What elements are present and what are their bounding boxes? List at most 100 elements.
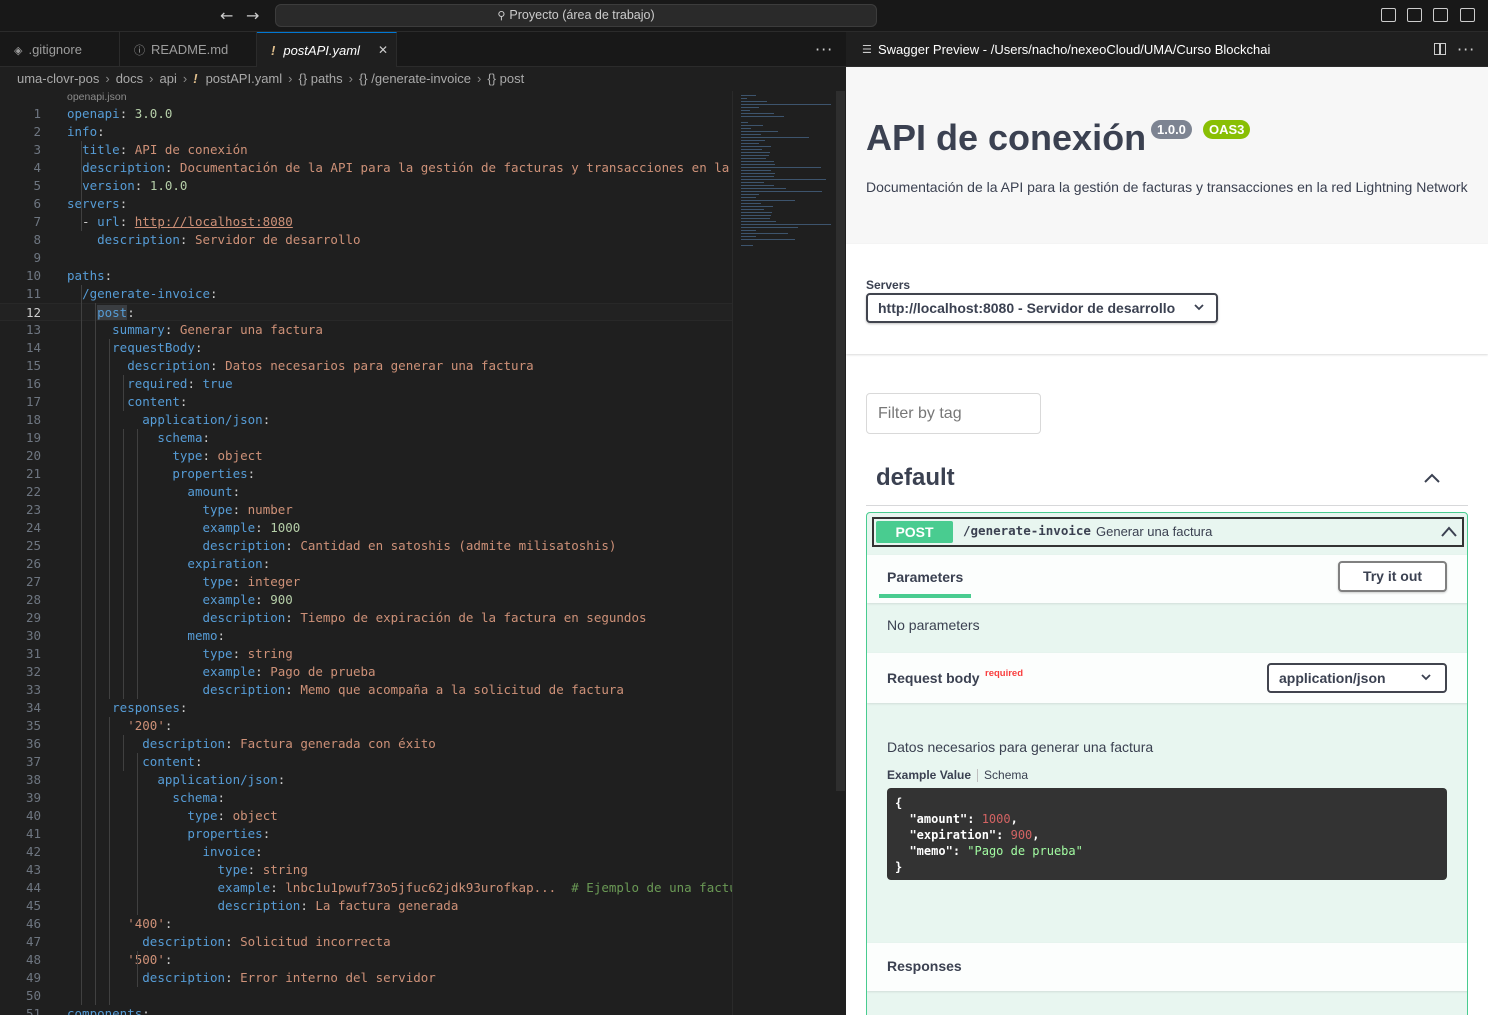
back-arrow-icon[interactable]: ← [220, 6, 233, 25]
toggle-secondary-sidebar-icon[interactable] [1433, 8, 1448, 22]
code-line[interactable]: 1 openapi: 3.0.0 [0, 105, 732, 123]
code-token: Memo que acompaña a la solicitud de fact… [300, 682, 624, 697]
more-actions-icon[interactable]: ··· [1457, 32, 1475, 66]
code-line[interactable]: 10 paths: [0, 267, 732, 285]
minimap-row [741, 206, 773, 208]
line-number: 50 [25, 988, 41, 1003]
line-number: 4 [33, 160, 41, 175]
customize-layout-icon[interactable] [1460, 8, 1475, 22]
code-token: properties [172, 466, 248, 481]
line-code: schema: [67, 789, 225, 807]
code-line[interactable]: 9 [0, 249, 732, 267]
indent-guide [109, 717, 110, 1005]
line-number: 35 [25, 718, 41, 733]
code-token: description [202, 538, 286, 553]
code-token: : [255, 592, 271, 607]
content-type-select[interactable]: application/json [1267, 663, 1447, 693]
code-token: components [67, 1006, 143, 1015]
code-token: type [202, 574, 233, 589]
minimap-row [741, 110, 750, 112]
tag-default[interactable]: default [876, 464, 955, 492]
tab-readme[interactable]: ⓘ README.md [120, 32, 257, 67]
filter-by-tag-input[interactable]: Filter by tag [866, 393, 1041, 434]
breadcrumb-item[interactable]: api [160, 71, 177, 86]
code-line[interactable]: 2 info: [0, 123, 732, 141]
try-it-out-button[interactable]: Try it out [1338, 561, 1447, 592]
code-line[interactable]: 7 - url: http://localhost:8080 [0, 213, 732, 231]
forward-arrow-icon[interactable]: → [246, 6, 259, 25]
code-line[interactable]: 34 responses: [0, 699, 732, 717]
line-code: description: Error interno del servidor [67, 969, 436, 987]
minimap-row [741, 173, 776, 175]
operation-summary[interactable]: POST /generate-invoice Generar una factu… [872, 517, 1464, 547]
line-code: '500': [67, 951, 172, 969]
code-line[interactable]: 8 description: Servidor de desarrollo [0, 231, 732, 249]
content-type-value: application/json [1279, 670, 1386, 686]
code-token: : [179, 232, 195, 247]
code-token: : [217, 808, 233, 823]
code-line[interactable]: 13 summary: Generar una factura [0, 321, 732, 339]
line-number: 15 [25, 358, 41, 373]
minimap-row [741, 155, 769, 157]
breadcrumb-item[interactable]: {} /generate-invoice [359, 71, 471, 86]
tab-label: .gitignore [28, 42, 82, 57]
code-token: description [202, 610, 286, 625]
tab-swagger-preview[interactable]: ☰ Swagger Preview - /Users/nacho/nexeoCl… [846, 32, 1488, 67]
breadcrumb-item[interactable]: {} paths [299, 71, 343, 86]
code-line[interactable]: 3 title: API de conexión [0, 141, 732, 159]
minimap[interactable] [732, 91, 834, 1015]
tab-schema[interactable]: Schema [984, 768, 1028, 782]
minimap-row [741, 191, 823, 193]
toggle-primary-sidebar-icon[interactable] [1381, 8, 1396, 22]
code-token: application/json [157, 772, 278, 787]
chevron-up-icon[interactable] [1440, 523, 1458, 541]
line-number: 1 [33, 106, 41, 121]
code-editor[interactable]: openapi.json 1 openapi: 3.0.0 2 info: 3 titl… [0, 91, 846, 1015]
swagger-preview: API de conexión 1.0.0 OAS3 Documentación… [846, 67, 1488, 1015]
code-line[interactable]: 6 servers: [0, 195, 732, 213]
tab-example-value[interactable]: Example Value [887, 768, 971, 782]
chevron-up-icon[interactable] [1421, 467, 1443, 489]
close-icon[interactable]: ✕ [378, 33, 388, 68]
line-number: 13 [25, 322, 41, 337]
split-editor-icon[interactable] [1434, 43, 1446, 55]
code-token: amount [187, 484, 233, 499]
servers-select[interactable]: http://localhost:8080 - Servidor de desa… [866, 293, 1218, 323]
code-token: openapi [67, 106, 120, 121]
code-token: : [119, 106, 135, 121]
code-line[interactable]: 4 description: Documentación de la API p… [0, 159, 732, 177]
breadcrumb-item[interactable]: uma-clovr-pos [17, 71, 99, 86]
command-center[interactable]: ⚲ Proyecto (área de trabajo) [275, 4, 877, 27]
breadcrumb-item[interactable]: docs [116, 71, 143, 86]
code-token: Pago de prueba [270, 664, 376, 679]
breadcrumb-item[interactable]: {} post [487, 71, 524, 86]
code-token: : [104, 268, 113, 283]
breadcrumb-item[interactable]: postAPI.yaml [206, 71, 283, 86]
code-line[interactable]: 11 /generate-invoice: [0, 285, 732, 303]
operation-summary-text: Generar una factura [1096, 524, 1213, 539]
line-code: type: object [67, 807, 277, 825]
tab-parameters[interactable]: Parameters [887, 569, 963, 585]
code-line[interactable]: 12 post: [0, 303, 732, 321]
indent-guide [109, 339, 110, 699]
tab-gitignore[interactable]: ◈ .gitignore [0, 32, 120, 67]
toggle-panel-icon[interactable] [1407, 8, 1422, 22]
line-code: application/json: [67, 411, 270, 429]
code-line[interactable]: 5 version: 1.0.0 [0, 177, 732, 195]
code-token: : [179, 394, 188, 409]
scrollbar-thumb[interactable] [836, 91, 845, 791]
minimap-row [741, 128, 751, 130]
tab-postapi-yaml[interactable]: ! postAPI.yaml ✕ [257, 32, 397, 67]
more-actions-icon[interactable]: ··· [815, 40, 833, 59]
code-line[interactable]: 51 components: [0, 1005, 732, 1015]
minimap-row [741, 236, 757, 238]
minimap-row [741, 146, 771, 148]
code-token: description [82, 160, 165, 175]
json-value: "Pago de prueba" [967, 844, 1083, 858]
